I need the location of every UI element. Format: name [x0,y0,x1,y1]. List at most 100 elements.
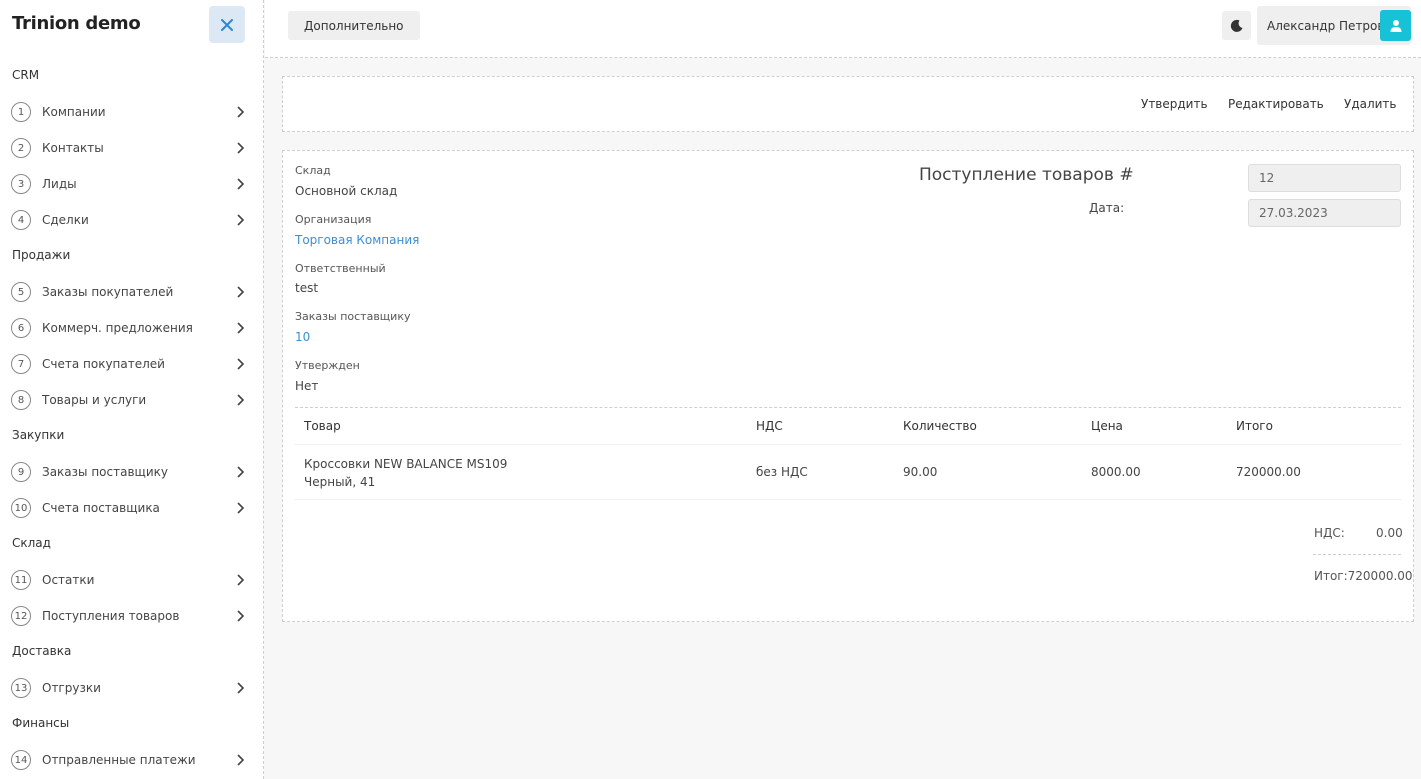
approve-button[interactable]: Утвердить [1141,97,1208,111]
col-header-vat: НДС [756,419,783,433]
document-card: Склад Основной склад Организация Торгова… [282,150,1414,622]
user-menu-button[interactable]: Александр Петров [1257,6,1411,45]
sidebar-item-shipments[interactable]: 13 Отгрузки [0,670,263,706]
organization-label: Организация [295,213,372,226]
sidebar-item-customer-orders[interactable]: 5 Заказы покупателей [0,274,263,310]
row-qty: 90.00 [903,465,938,479]
row-price: 8000.00 [1091,465,1141,479]
supplier-order-link[interactable]: 10 [295,330,310,344]
sidebar-item-label: Товары и услуги [42,393,147,407]
sidebar-section-sales: Продажи [12,248,71,262]
sidebar-item-label: Отправленные платежи [42,753,196,767]
nav-number-badge: 6 [11,318,31,338]
document-number-field: 12 [1248,164,1401,192]
sidebar-item-supplier-invoices[interactable]: 10 Счета поставщика [0,490,263,526]
document-date-field: 27.03.2023 [1248,199,1401,227]
table-row: Кроссовки NEW BALANCE MS109 Черный, 41 [304,455,507,491]
col-header-price: Цена [1091,419,1123,433]
nav-number-badge: 10 [11,498,31,518]
close-icon [221,18,233,31]
nav-number-badge: 4 [11,210,31,230]
sidebar-section-purchases: Закупки [12,428,65,442]
table-row-divider [295,499,1401,500]
sidebar-item-label: Отгрузки [42,681,101,695]
row-total: 720000.00 [1236,465,1301,479]
app-brand: Trinion demo [12,13,141,34]
sidebar-item-companies[interactable]: 1 Компании [0,94,263,130]
nav-number-badge: 5 [11,282,31,302]
sidebar-item-quotes[interactable]: 6 Коммерч. предложения [0,310,263,346]
sidebar-item-label: Заказы покупателей [42,285,174,299]
nav-number-badge: 13 [11,678,31,698]
product-variant: Черный, 41 [304,475,376,489]
responsible-label: Ответственный [295,262,386,275]
sidebar-item-sent-payments[interactable]: 14 Отправленные платежи [0,742,263,778]
chevron-right-icon [237,142,245,154]
sidebar-section-warehouse: Склад [12,536,51,550]
sidebar-header: Trinion demo [0,0,263,50]
theme-toggle-button[interactable] [1222,11,1251,40]
sidebar-item-deals[interactable]: 4 Сделки [0,202,263,238]
chevron-right-icon [237,106,245,118]
supplier-orders-label: Заказы поставщику [295,310,411,323]
chevron-right-icon [237,286,245,298]
user-name: Александр Петров [1267,18,1385,33]
warehouse-value: Основной склад [295,184,398,198]
sidebar-section-crm: CRM [12,68,40,82]
sidebar-item-supplier-orders[interactable]: 9 Заказы поставщику [0,454,263,490]
row-vat: без НДС [756,465,808,479]
sidebar-item-label: Счета поставщика [42,501,160,515]
sidebar-item-label: Остатки [42,573,95,587]
col-header-product: Товар [304,419,341,433]
sidebar-item-goods-receipts[interactable]: 12 Поступления товаров [0,598,263,634]
table-header-divider [295,444,1401,445]
chevron-right-icon [237,502,245,514]
sidebar: Trinion demo CRM 1 Компании 2 Контакты 3… [0,0,264,779]
sidebar-item-label: Сделки [42,213,89,227]
table-divider [295,407,1401,408]
summary-vat-label: НДС: [1314,526,1345,540]
sidebar-item-leads[interactable]: 3 Лиды [0,166,263,202]
date-label: Дата: [1089,201,1125,215]
chevron-right-icon [237,754,245,766]
delete-button[interactable]: Удалить [1344,97,1397,111]
summary-total: Итог:720000.00 [1314,569,1413,583]
chevron-right-icon [237,322,245,334]
summary-vat-value: 0.00 [1376,526,1403,540]
col-header-qty: Количество [903,419,977,433]
sidebar-item-customer-invoices[interactable]: 7 Счета покупателей [0,346,263,382]
col-header-total: Итого [1236,419,1273,433]
responsible-value: test [295,281,319,295]
sidebar-item-label: Компании [42,105,106,119]
topbar: Дополнительно Александр Петров [265,0,1421,58]
extra-button[interactable]: Дополнительно [288,11,420,40]
sidebar-item-products[interactable]: 8 Товары и услуги [0,382,263,418]
close-sidebar-button[interactable] [209,6,245,43]
chevron-right-icon [237,214,245,226]
sidebar-item-label: Счета покупателей [42,357,165,371]
moon-icon [1230,19,1242,32]
chevron-right-icon [237,466,245,478]
avatar [1380,10,1411,41]
nav-number-badge: 3 [11,174,31,194]
chevron-right-icon [237,574,245,586]
organization-link[interactable]: Торговая Компания [295,233,419,247]
chevron-right-icon [237,358,245,370]
chevron-right-icon [237,610,245,622]
summary-total-value: 720000.00 [1347,569,1413,583]
sidebar-section-finance: Финансы [12,716,70,730]
nav-number-badge: 2 [11,138,31,158]
nav-number-badge: 11 [11,570,31,590]
chevron-right-icon [237,682,245,694]
nav-number-badge: 8 [11,390,31,410]
user-icon [1390,19,1401,32]
sidebar-item-contacts[interactable]: 2 Контакты [0,130,263,166]
sidebar-item-label: Контакты [42,141,104,155]
sidebar-item-stock[interactable]: 11 Остатки [0,562,263,598]
sidebar-item-label: Заказы поставщику [42,465,168,479]
chevron-right-icon [237,394,245,406]
sidebar-section-delivery: Доставка [12,644,72,658]
edit-button[interactable]: Редактировать [1228,97,1324,111]
approved-value: Нет [295,379,319,393]
nav-number-badge: 1 [11,102,31,122]
